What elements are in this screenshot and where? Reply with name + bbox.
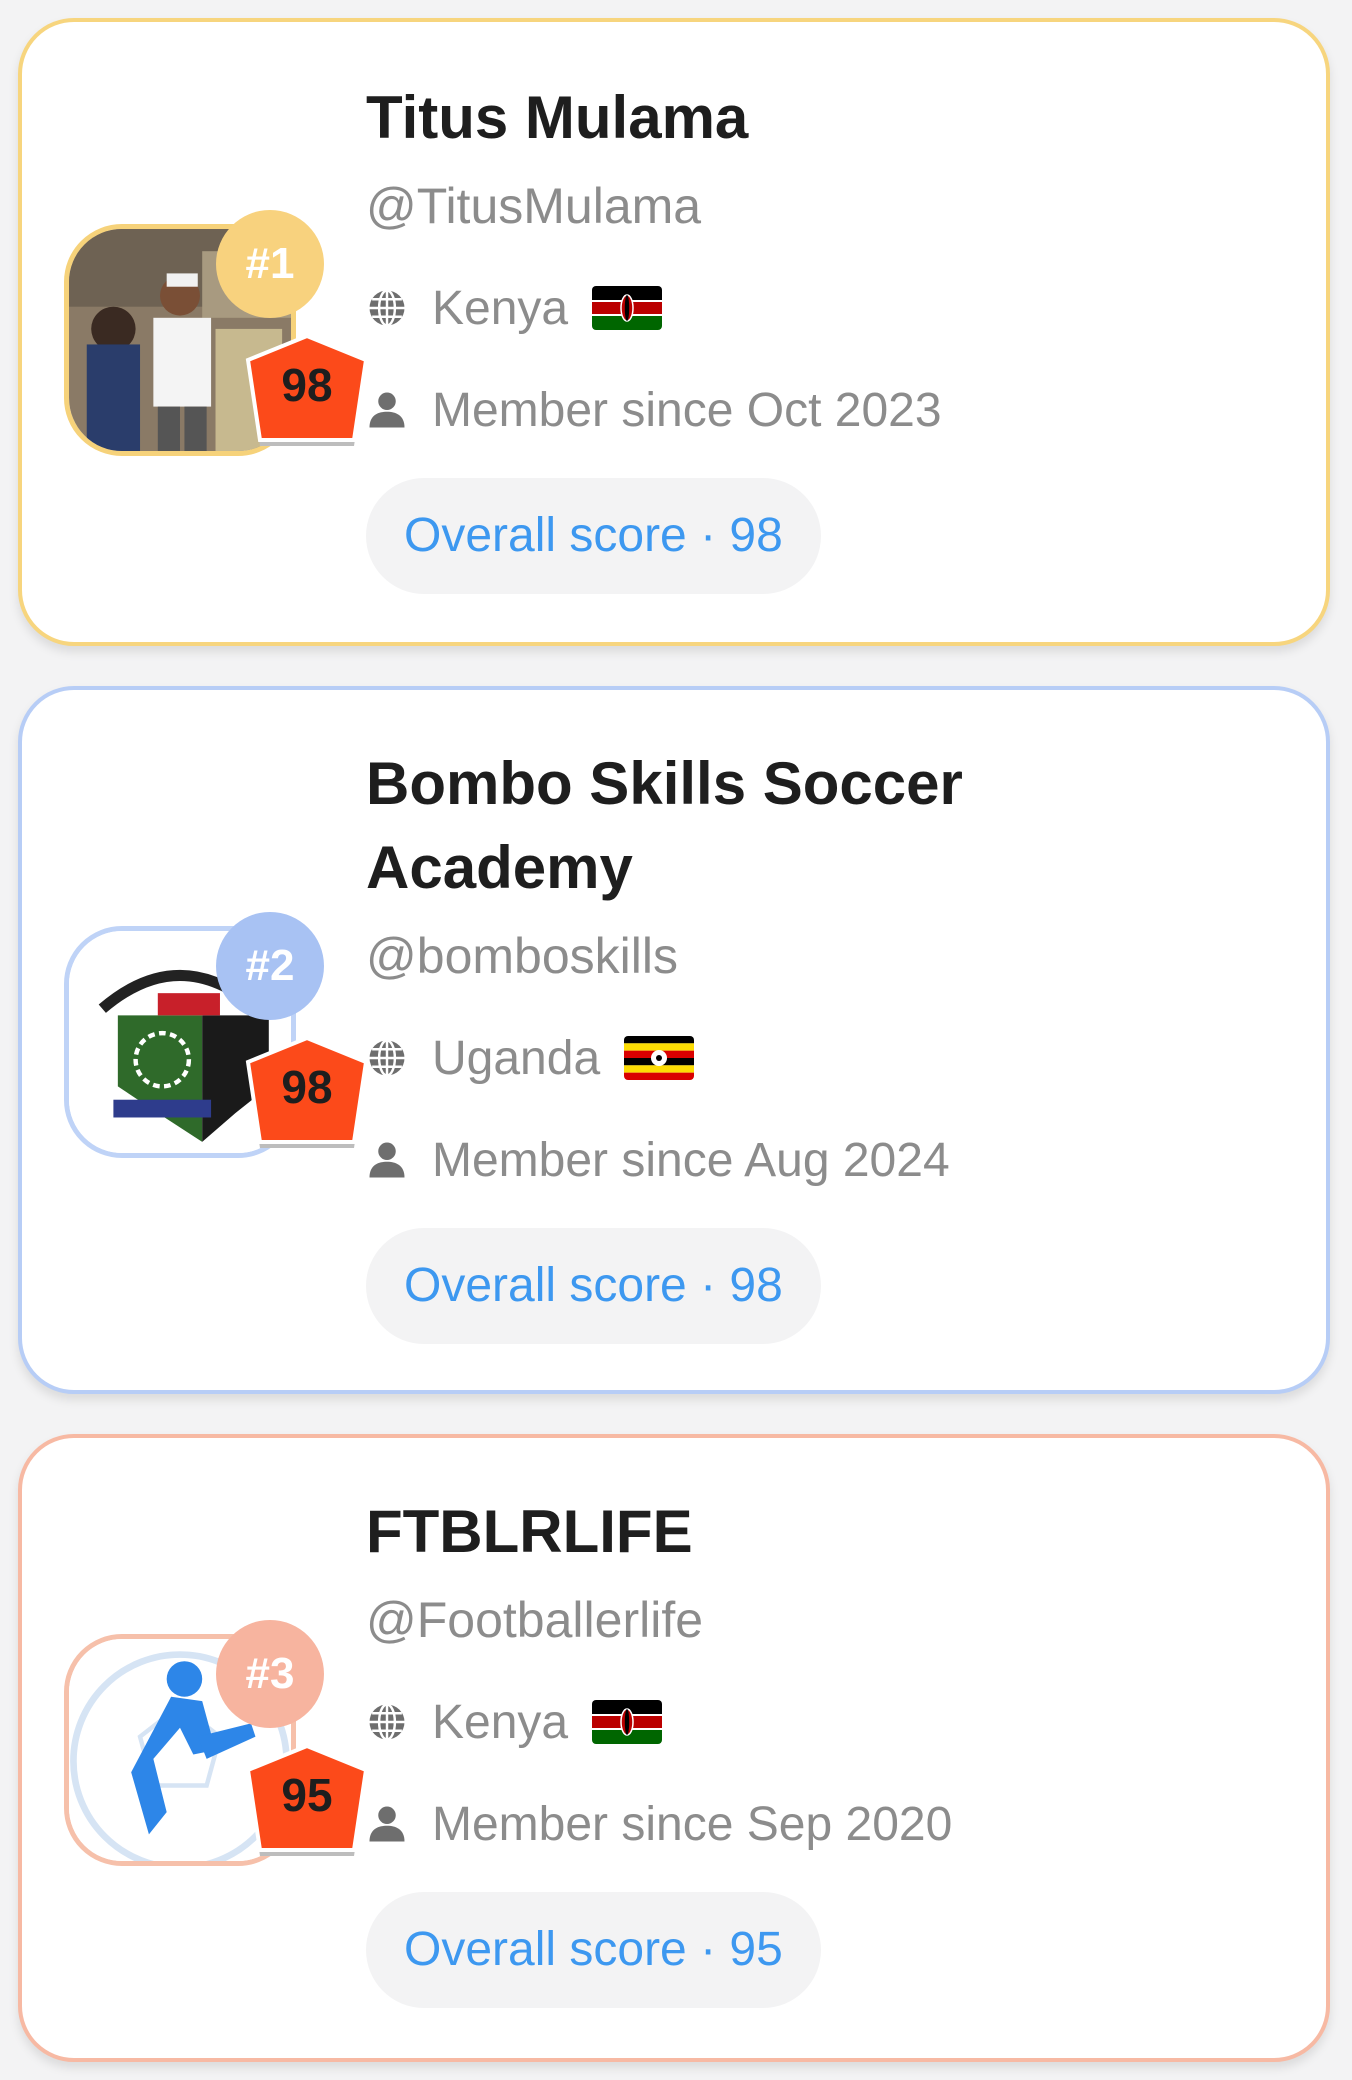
uganda-flag-icon <box>624 1036 695 1080</box>
rank-badge: #1 <box>216 210 324 318</box>
score-value: 95 <box>281 1769 333 1821</box>
country-name: Uganda <box>432 1031 601 1085</box>
overall-score-button[interactable]: Overall score · 95 <box>366 1892 821 2008</box>
profile-info: FTBLRLIFE @Footballerlife Kenya Member s… <box>366 1490 1286 2008</box>
globe-icon <box>366 287 408 329</box>
country-row: Kenya <box>366 1692 1286 1752</box>
profile-card[interactable]: #3 95 FTBLRLIFE @Footballerlife Kenya Me… <box>18 1434 1330 2062</box>
profile-card[interactable]: #1 98 Titus Mulama @TitusMulama Kenya Me… <box>18 18 1330 646</box>
avatar-group: #1 98 <box>64 210 369 469</box>
country-name: Kenya <box>432 281 569 335</box>
rank-badge: #3 <box>216 1620 324 1728</box>
overall-score-button[interactable]: Overall score · 98 <box>366 478 821 594</box>
globe-icon <box>366 1037 408 1079</box>
country-row: Kenya <box>366 278 1286 338</box>
country-row: Uganda <box>366 1028 1286 1088</box>
member-row: Member since Oct 2023 <box>366 380 1286 440</box>
globe-icon <box>366 1701 408 1743</box>
profile-handle: @Footballerlife <box>366 1592 704 1648</box>
profile-info: Bombo Skills Soccer Academy @bomboskills… <box>366 742 1286 1344</box>
member-since: Member since Aug 2024 <box>432 1133 950 1187</box>
profile-name[interactable]: Bombo Skills Soccer Academy <box>366 742 1066 910</box>
avatar-group: #2 98 <box>64 912 369 1171</box>
rank-badge: #2 <box>216 912 324 1020</box>
member-row: Member since Aug 2024 <box>366 1130 1286 1190</box>
member-since: Member since Sep 2020 <box>432 1797 953 1851</box>
score-shield: 98 <box>242 1034 372 1156</box>
country-name: Kenya <box>432 1695 569 1749</box>
member-since: Member since Oct 2023 <box>432 383 942 437</box>
person-icon <box>366 1139 408 1181</box>
person-icon <box>366 1803 408 1845</box>
profile-name[interactable]: FTBLRLIFE <box>366 1490 1286 1574</box>
profile-card[interactable]: #2 98 Bombo Skills Soccer Academy @bombo… <box>18 686 1330 1394</box>
profile-info: Titus Mulama @TitusMulama Kenya Member s… <box>366 76 1286 594</box>
overall-score-button[interactable]: Overall score · 98 <box>366 1228 821 1344</box>
avatar-group: #3 95 <box>64 1620 369 1879</box>
score-value: 98 <box>281 359 333 411</box>
profile-handle: @TitusMulama <box>366 178 702 234</box>
score-shield: 95 <box>242 1742 372 1864</box>
member-row: Member since Sep 2020 <box>366 1794 1286 1854</box>
person-icon <box>366 389 408 431</box>
score-value: 98 <box>281 1061 333 1113</box>
profile-handle: @bomboskills <box>366 928 678 984</box>
kenya-flag-icon <box>592 1700 663 1744</box>
kenya-flag-icon <box>592 286 663 330</box>
profile-name[interactable]: Titus Mulama <box>366 76 1286 160</box>
score-shield: 98 <box>242 332 372 454</box>
